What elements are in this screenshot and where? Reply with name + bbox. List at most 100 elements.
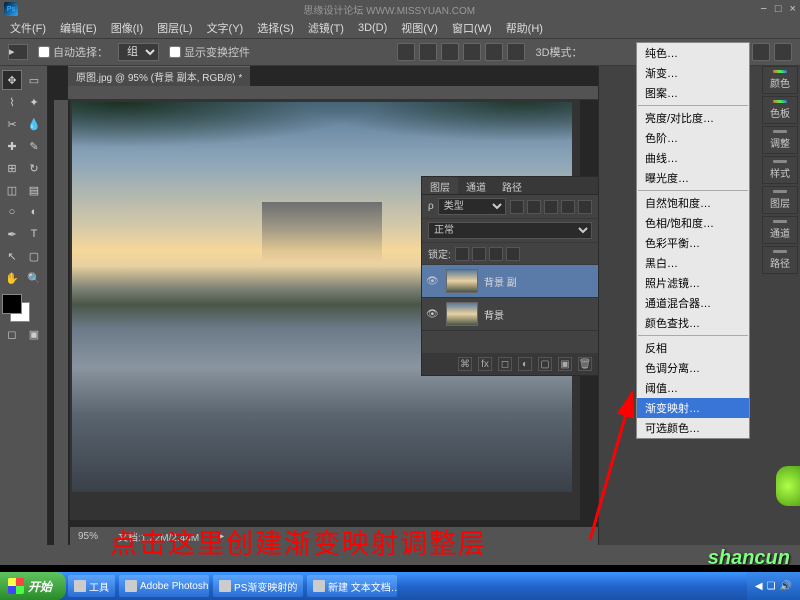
layer-thumbnail[interactable] [446, 302, 478, 326]
move-tool[interactable]: ✥ [2, 70, 22, 90]
layer-item[interactable]: 👁 背景 [422, 298, 598, 331]
visibility-icon[interactable]: 👁 [426, 309, 440, 319]
cm-channel-mixer[interactable]: 通道混合器… [637, 293, 749, 313]
blend-mode-select[interactable]: 正常 [428, 222, 592, 239]
document-tab[interactable]: 原图.jpg @ 95% (背景 副本, RGB/8) * [68, 66, 250, 86]
cm-gradient-map[interactable]: 渐变映射… [637, 398, 749, 418]
menu-filter[interactable]: 滤镜(T) [302, 18, 350, 38]
maximize-icon[interactable]: □ [775, 3, 782, 15]
tray-icon[interactable]: ◀ [755, 581, 763, 592]
blur-tool[interactable]: ○ [2, 202, 22, 222]
cm-brightness[interactable]: 亮度/对比度… [637, 108, 749, 128]
cm-levels[interactable]: 色阶… [637, 128, 749, 148]
cm-color-balance[interactable]: 色彩平衡… [637, 233, 749, 253]
crop-tool[interactable]: ✂ [2, 114, 22, 134]
tray-icon[interactable]: ❏ [767, 581, 776, 592]
close-icon[interactable]: × [790, 3, 796, 15]
align-icon[interactable] [419, 43, 437, 61]
brush-tool[interactable]: ✎ [24, 136, 44, 156]
menu-image[interactable]: 图像(I) [105, 18, 149, 38]
type-tool[interactable]: T [24, 224, 44, 244]
tab-channels[interactable]: 通道 [458, 177, 494, 194]
visibility-icon[interactable]: 👁 [426, 276, 440, 286]
3d-icon[interactable] [774, 43, 792, 61]
filter-pixel-icon[interactable] [510, 200, 524, 214]
window-controls[interactable]: − □ × [760, 3, 796, 15]
eraser-tool[interactable]: ◫ [2, 180, 22, 200]
panel-tab-channels[interactable]: 通道 [762, 216, 798, 244]
cm-photo-filter[interactable]: 照片滤镜… [637, 273, 749, 293]
minimize-icon[interactable]: − [760, 3, 766, 15]
cm-pattern[interactable]: 图案… [637, 83, 749, 103]
history-brush-tool[interactable]: ↻ [24, 158, 44, 178]
marquee-tool[interactable]: ▭ [24, 70, 44, 90]
quickmask-tool[interactable]: ◻ [2, 324, 22, 344]
filter-type-icon[interactable] [544, 200, 558, 214]
filter-smart-icon[interactable] [578, 200, 592, 214]
fg-color[interactable] [2, 294, 22, 314]
hand-tool[interactable]: ✋ [2, 268, 22, 288]
tray-icon[interactable]: 🔊 [780, 581, 792, 592]
zoom-level[interactable]: 95% [78, 531, 98, 542]
auto-select-check[interactable]: 自动选择： [38, 44, 108, 60]
tab-layers[interactable]: 图层 [422, 177, 458, 194]
filter-shape-icon[interactable] [561, 200, 575, 214]
new-layer-icon[interactable]: ▣ [558, 357, 572, 371]
group-icon[interactable]: ▢ [538, 357, 552, 371]
menu-3d[interactable]: 3D(D) [352, 20, 393, 36]
cm-color-lookup[interactable]: 颜色查找… [637, 313, 749, 333]
pen-tool[interactable]: ✒ [2, 224, 22, 244]
cm-threshold[interactable]: 阈值… [637, 378, 749, 398]
3d-icon[interactable] [752, 43, 770, 61]
lock-pos-icon[interactable] [489, 247, 503, 261]
cm-hue-sat[interactable]: 色相/饱和度… [637, 213, 749, 233]
color-swatch[interactable] [2, 294, 30, 322]
panel-tab-adjustments[interactable]: 调整 [762, 126, 798, 154]
gradient-tool[interactable]: ▤ [24, 180, 44, 200]
task-item[interactable]: 新建 文本文档… [307, 575, 397, 597]
align-icon[interactable] [397, 43, 415, 61]
align-icon[interactable] [441, 43, 459, 61]
menu-edit[interactable]: 编辑(E) [54, 18, 103, 38]
menu-view[interactable]: 视图(V) [395, 18, 444, 38]
task-item[interactable]: PS渐变映射的 [213, 575, 303, 597]
eyedropper-tool[interactable]: 💧 [24, 114, 44, 134]
menu-window[interactable]: 窗口(W) [446, 18, 498, 38]
adjustment-layer-icon[interactable]: ◐ [518, 357, 532, 371]
align-icon[interactable] [485, 43, 503, 61]
healing-tool[interactable]: ✚ [2, 136, 22, 156]
task-item[interactable]: 工具 [68, 575, 115, 597]
menu-select[interactable]: 选择(S) [251, 18, 300, 38]
dodge-tool[interactable]: ◐ [24, 202, 44, 222]
stamp-tool[interactable]: ⊞ [2, 158, 22, 178]
align-icon[interactable] [463, 43, 481, 61]
cm-posterize[interactable]: 色调分离… [637, 358, 749, 378]
layer-kind-select[interactable]: 类型 [438, 198, 506, 215]
link-layers-icon[interactable]: ⌘ [458, 357, 472, 371]
align-icon[interactable] [507, 43, 525, 61]
tab-paths[interactable]: 路径 [494, 177, 530, 194]
zoom-tool[interactable]: 🔍 [24, 268, 44, 288]
start-button[interactable]: 开始 [0, 572, 66, 600]
panel-tab-styles[interactable]: 样式 [762, 156, 798, 184]
lock-pixel-icon[interactable] [472, 247, 486, 261]
cm-solid-color[interactable]: 纯色… [637, 43, 749, 63]
lasso-tool[interactable]: ⌇ [2, 92, 22, 112]
panel-tab-paths[interactable]: 路径 [762, 246, 798, 274]
task-item[interactable]: Adobe Photosh… [119, 575, 209, 597]
cm-vibrance[interactable]: 自然饱和度… [637, 193, 749, 213]
delete-layer-icon[interactable]: 🗑 [578, 357, 592, 371]
path-tool[interactable]: ↖ [2, 246, 22, 266]
layer-mask-icon[interactable]: ◻ [498, 357, 512, 371]
cm-selective-color[interactable]: 可选颜色… [637, 418, 749, 438]
shape-tool[interactable]: ▢ [24, 246, 44, 266]
move-tool-icon[interactable]: ▸ [8, 44, 28, 60]
screenmode-tool[interactable]: ▣ [24, 324, 44, 344]
cm-bw[interactable]: 黑白… [637, 253, 749, 273]
show-transform-check[interactable]: 显示变换控件 [169, 44, 250, 60]
cm-gradient[interactable]: 渐变… [637, 63, 749, 83]
cm-exposure[interactable]: 曝光度… [637, 168, 749, 188]
panel-tab-layers[interactable]: 图层 [762, 186, 798, 214]
menu-file[interactable]: 文件(F) [4, 18, 52, 38]
system-tray[interactable]: ◀ ❏ 🔊 [747, 572, 800, 600]
